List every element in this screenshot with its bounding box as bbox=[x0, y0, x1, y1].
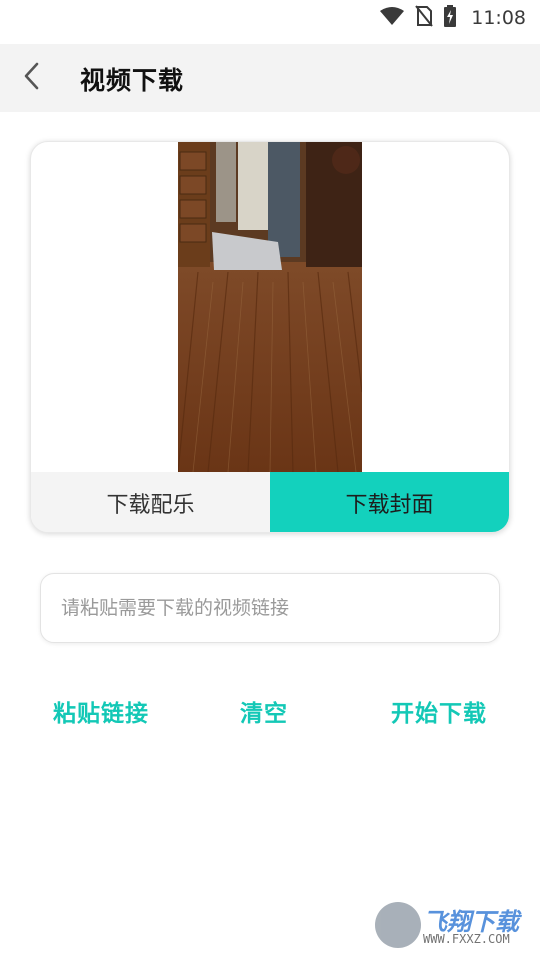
status-time: 11:08 bbox=[471, 7, 526, 29]
no-sim-icon bbox=[415, 5, 434, 31]
download-music-button[interactable]: 下载配乐 bbox=[31, 472, 270, 532]
clear-button[interactable]: 清空 bbox=[240, 694, 288, 728]
video-preview-card: 下载配乐 下载封面 bbox=[30, 141, 510, 533]
card-actions: 下载配乐 下载封面 bbox=[31, 472, 509, 532]
wifi-icon bbox=[379, 6, 405, 30]
watermark-logo-icon bbox=[375, 902, 421, 948]
paste-link-button[interactable]: 粘贴链接 bbox=[53, 694, 149, 728]
battery-charging-icon bbox=[443, 5, 457, 31]
status-icons: 11:08 bbox=[379, 5, 526, 31]
start-download-button[interactable]: 开始下载 bbox=[391, 694, 487, 728]
download-cover-button[interactable]: 下载封面 bbox=[270, 472, 509, 532]
back-button[interactable] bbox=[14, 60, 50, 96]
app-header: 视频下载 bbox=[0, 44, 540, 112]
watermark-url: WWW.FXXZ.COM bbox=[423, 932, 510, 946]
video-thumbnail[interactable] bbox=[178, 142, 362, 472]
video-link-input[interactable] bbox=[40, 573, 500, 643]
watermark: 飞翔下载 WWW.FXXZ.COM bbox=[375, 900, 533, 952]
page-title: 视频下载 bbox=[80, 66, 185, 95]
status-bar: 11:08 bbox=[0, 0, 540, 36]
chevron-left-icon bbox=[22, 61, 42, 95]
